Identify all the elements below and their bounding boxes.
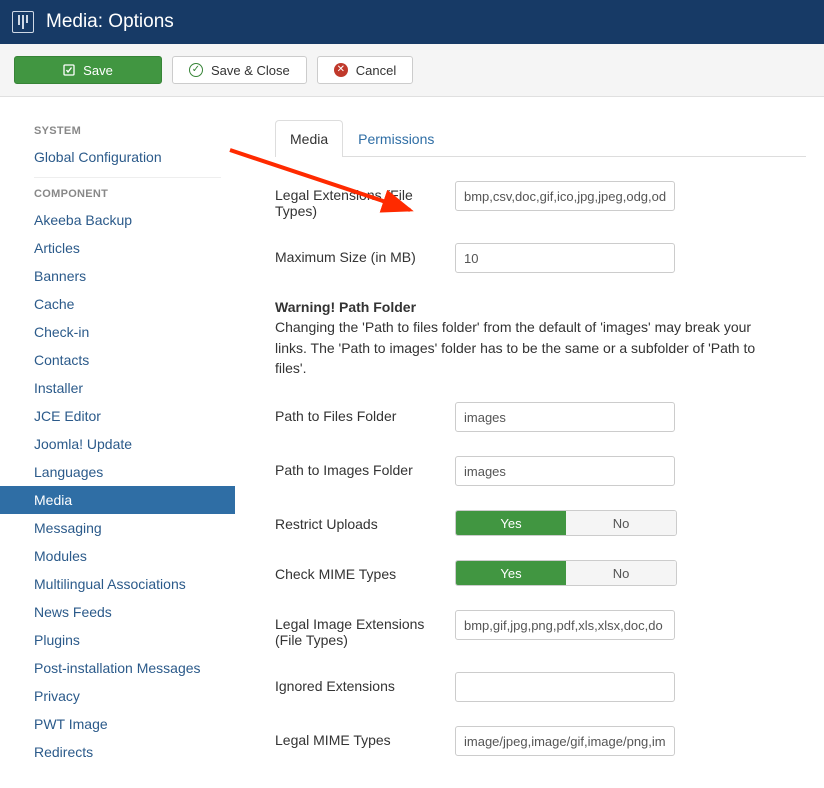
input-legal-mime[interactable]: [455, 726, 675, 756]
sidebar-item-pwt-image[interactable]: PWT Image: [0, 710, 235, 738]
action-toolbar: Save ✓ Save & Close ✕ Cancel: [0, 44, 824, 97]
label-legal-image-ext: Legal Image Extensions (File Types): [275, 610, 455, 648]
sidebar-item-installer[interactable]: Installer: [0, 374, 235, 402]
label-path-files: Path to Files Folder: [275, 402, 455, 424]
sidebar-item-plugins[interactable]: Plugins: [0, 626, 235, 654]
sidebar-item-contacts[interactable]: Contacts: [0, 346, 235, 374]
toggle-restrict-uploads-yes[interactable]: Yes: [456, 511, 566, 535]
sidebar: SYSTEM Global Configuration COMPONENT Ak…: [0, 97, 235, 788]
input-ignored-ext[interactable]: [455, 672, 675, 702]
toggle-check-mime[interactable]: YesNo: [455, 560, 677, 586]
sidebar-item-jce-editor[interactable]: JCE Editor: [0, 402, 235, 430]
label-restrict-uploads: Restrict Uploads: [275, 510, 455, 532]
save-close-button[interactable]: ✓ Save & Close: [172, 56, 307, 84]
cancel-icon: ✕: [334, 63, 348, 77]
input-path-files[interactable]: [455, 402, 675, 432]
sidebar-item-joomla-update[interactable]: Joomla! Update: [0, 430, 235, 458]
toggle-check-mime-no[interactable]: No: [566, 561, 676, 585]
check-icon: ✓: [189, 63, 203, 77]
main-panel: MediaPermissions Legal Extensions (File …: [235, 97, 824, 788]
sidebar-item-messaging[interactable]: Messaging: [0, 514, 235, 542]
tab-media[interactable]: Media: [275, 120, 343, 157]
sidebar-item-redirects[interactable]: Redirects: [0, 738, 235, 766]
sidebar-item-multilingual-associations[interactable]: Multilingual Associations: [0, 570, 235, 598]
page-header: Media: Options: [0, 0, 824, 44]
tab-permissions[interactable]: Permissions: [343, 120, 449, 157]
label-check-mime: Check MIME Types: [275, 560, 455, 582]
sidebar-item-global-configuration[interactable]: Global Configuration: [0, 143, 235, 171]
tabs: MediaPermissions: [275, 119, 806, 157]
label-max-size: Maximum Size (in MB): [275, 243, 455, 265]
equalizer-icon: [12, 11, 34, 33]
warning-block: Warning! Path Folder Changing the 'Path …: [275, 297, 785, 378]
warning-text: Changing the 'Path to files folder' from…: [275, 319, 755, 376]
sidebar-item-cache[interactable]: Cache: [0, 290, 235, 318]
label-legal-mime: Legal MIME Types: [275, 726, 455, 748]
toggle-restrict-uploads-no[interactable]: No: [566, 511, 676, 535]
label-legal-extensions: Legal Extensions (File Types): [275, 181, 455, 219]
cancel-button[interactable]: ✕ Cancel: [317, 56, 413, 84]
save-button-label: Save: [83, 63, 113, 78]
sidebar-item-languages[interactable]: Languages: [0, 458, 235, 486]
sidebar-item-post-installation-messages[interactable]: Post-installation Messages: [0, 654, 235, 682]
sidebar-item-akeeba-backup[interactable]: Akeeba Backup: [0, 206, 235, 234]
toggle-restrict-uploads[interactable]: YesNo: [455, 510, 677, 536]
toggle-check-mime-yes[interactable]: Yes: [456, 561, 566, 585]
input-path-images[interactable]: [455, 456, 675, 486]
input-legal-extensions[interactable]: [455, 181, 675, 211]
label-path-images: Path to Images Folder: [275, 456, 455, 478]
sidebar-item-articles[interactable]: Articles: [0, 234, 235, 262]
label-ignored-ext: Ignored Extensions: [275, 672, 455, 694]
save-close-button-label: Save & Close: [211, 63, 290, 78]
sidebar-heading-system: SYSTEM: [0, 115, 235, 143]
sidebar-item-modules[interactable]: Modules: [0, 542, 235, 570]
sidebar-item-news-feeds[interactable]: News Feeds: [0, 598, 235, 626]
content-layout: SYSTEM Global Configuration COMPONENT Ak…: [0, 97, 824, 788]
sidebar-item-privacy[interactable]: Privacy: [0, 682, 235, 710]
sidebar-item-media[interactable]: Media: [0, 486, 235, 514]
save-button[interactable]: Save: [14, 56, 162, 84]
save-icon: [63, 64, 75, 76]
sidebar-heading-component: COMPONENT: [0, 178, 235, 206]
warning-title: Warning! Path Folder: [275, 299, 416, 315]
sidebar-item-check-in[interactable]: Check-in: [0, 318, 235, 346]
input-legal-image-ext[interactable]: [455, 610, 675, 640]
cancel-button-label: Cancel: [356, 63, 396, 78]
sidebar-item-banners[interactable]: Banners: [0, 262, 235, 290]
input-max-size[interactable]: [455, 243, 675, 273]
page-title: Media: Options: [46, 11, 174, 33]
